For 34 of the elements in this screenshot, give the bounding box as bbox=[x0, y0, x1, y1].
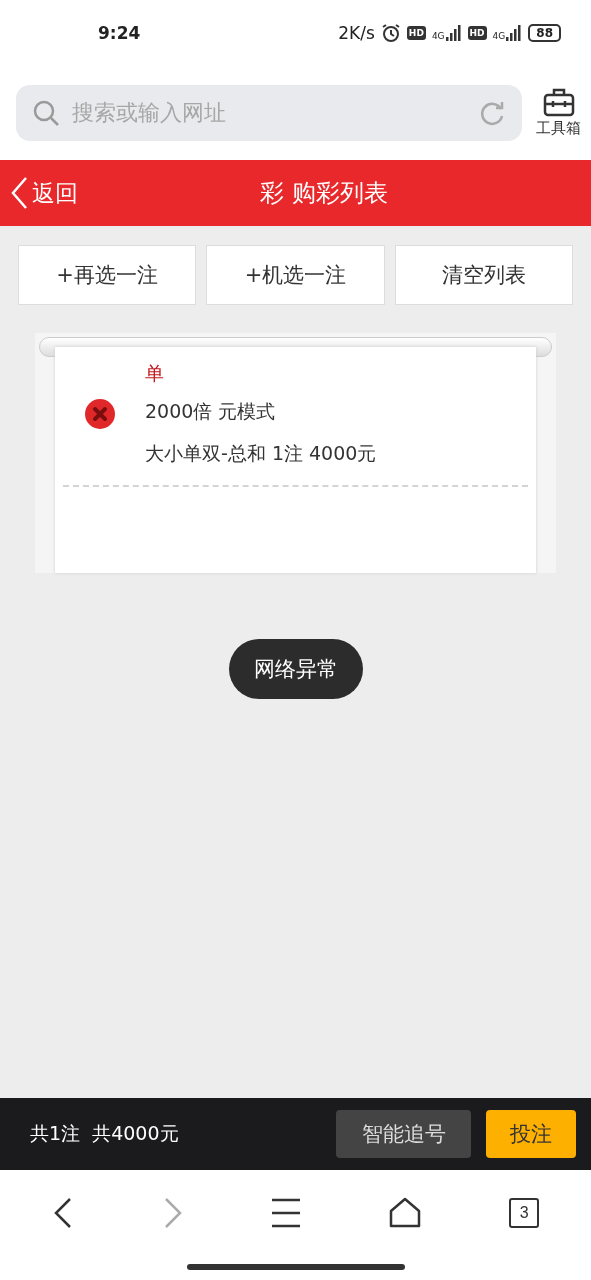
home-icon bbox=[389, 1197, 422, 1229]
action-button[interactable]: +再选一注 bbox=[18, 245, 197, 305]
menu-icon bbox=[271, 1198, 302, 1228]
bet-detail: 大小单双-总和 1注 4000元 bbox=[145, 441, 378, 466]
hd-badge: HD bbox=[467, 25, 487, 40]
network-speed: 2K/s bbox=[338, 22, 375, 43]
bet-mode: 2000倍 元模式 bbox=[145, 399, 277, 424]
menu-button[interactable] bbox=[271, 1198, 302, 1228]
network-type: 4G bbox=[431, 30, 445, 41]
network-type: 4G bbox=[492, 30, 506, 41]
back-button[interactable]: 返回 bbox=[0, 176, 88, 210]
hd-badge: HD bbox=[406, 25, 426, 40]
action-button[interactable]: +机选一注 bbox=[206, 245, 385, 305]
bet-tag: 单 bbox=[145, 361, 528, 387]
status-time: 9:24 bbox=[98, 22, 142, 43]
auto-chase-button[interactable]: 智能追号 bbox=[336, 1110, 471, 1158]
toolbox-icon bbox=[542, 87, 575, 117]
toolbox-button[interactable]: 工具箱 bbox=[536, 87, 581, 138]
toast-message: 网络异常 bbox=[228, 639, 363, 699]
signal-icon bbox=[445, 24, 462, 41]
action-button[interactable]: 清空列表 bbox=[394, 245, 573, 305]
back-icon bbox=[10, 176, 28, 210]
alarm-icon bbox=[380, 22, 401, 43]
home-button[interactable] bbox=[389, 1197, 422, 1229]
search-bar[interactable]: 搜索或输入网址 bbox=[16, 84, 522, 141]
search-icon bbox=[32, 98, 60, 127]
signal-icon bbox=[506, 24, 523, 41]
search-field[interactable]: 搜索或输入网址 bbox=[70, 99, 468, 126]
order-summary: 共1注 共4000元 bbox=[30, 1121, 180, 1146]
page-title: 彩 购彩列表 bbox=[260, 178, 388, 209]
delete-icon[interactable] bbox=[85, 399, 115, 429]
tabs-button[interactable]: 3 bbox=[509, 1198, 540, 1228]
battery-indicator: 88 bbox=[528, 23, 561, 42]
bet-button[interactable]: 投注 bbox=[486, 1110, 576, 1158]
